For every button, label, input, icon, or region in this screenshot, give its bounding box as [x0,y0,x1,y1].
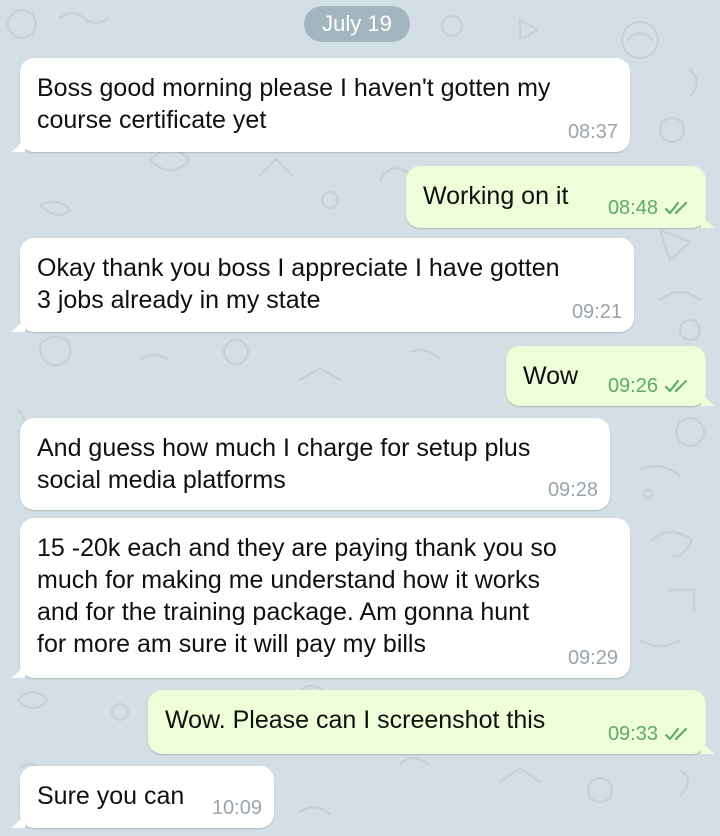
bubble-tail [701,738,715,754]
message-line: 3 jobs already in my state [37,286,321,314]
bubble-tail [11,136,25,152]
message-time: 09:21 [571,301,622,323]
message-incoming[interactable]: And guess how much I charge for setup pl… [20,418,610,510]
date-separator: July 19 [304,6,410,42]
message-time: 08:37 [567,121,618,143]
double-check-icon [664,727,688,741]
message-text: And guess how much I charge for setup pl… [37,432,598,496]
message-time: 09:28 [547,479,598,501]
message-line: social media platforms [37,466,286,494]
double-check-icon [664,379,688,393]
message-text: Okay thank you boss I appreciate I have … [37,252,622,316]
message-line: 15 -20k each and they are paying thank y… [37,534,557,562]
bubble-tail [701,212,715,228]
message-line: And guess how much I charge for setup pl… [37,434,531,462]
message-line: and for the training package. Am gonna h… [37,598,530,626]
message-line: Boss good morning please I haven't gotte… [37,74,551,102]
message-outgoing[interactable]: Wow 09:26 [506,346,715,406]
double-check-icon [664,201,688,215]
bubble-tail [11,812,25,828]
bubble-tail [11,662,25,678]
message-incoming[interactable]: 15 -20k each and they are paying thank y… [11,518,630,678]
message-outgoing[interactable]: Working on it 08:48 [406,166,715,228]
message-time: 09:33 [607,723,658,745]
message-line: for more am sure it will pay my bills [37,630,426,658]
message-incoming[interactable]: Boss good morning please I haven't gotte… [11,58,630,152]
bubble-tail [701,390,715,406]
message-time: 10:09 [211,797,262,819]
message-outgoing[interactable]: Wow. Please can I screenshot this 09:33 [148,690,715,754]
message-incoming[interactable]: Okay thank you boss I appreciate I have … [11,238,634,332]
message-incoming[interactable]: Sure you can 10:09 [11,766,274,828]
bubble-tail [11,316,25,332]
message-line: Okay thank you boss I appreciate I have … [37,254,560,282]
message-time: 09:26 [607,375,658,397]
message-line: course certificate yet [37,106,267,134]
message-text: Boss good morning please I haven't gotte… [37,72,618,136]
message-time: 08:48 [607,197,658,219]
message-line: much for making me understand how it wor… [37,566,540,594]
message-time: 09:29 [567,647,618,669]
message-text: 15 -20k each and they are paying thank y… [37,532,618,660]
